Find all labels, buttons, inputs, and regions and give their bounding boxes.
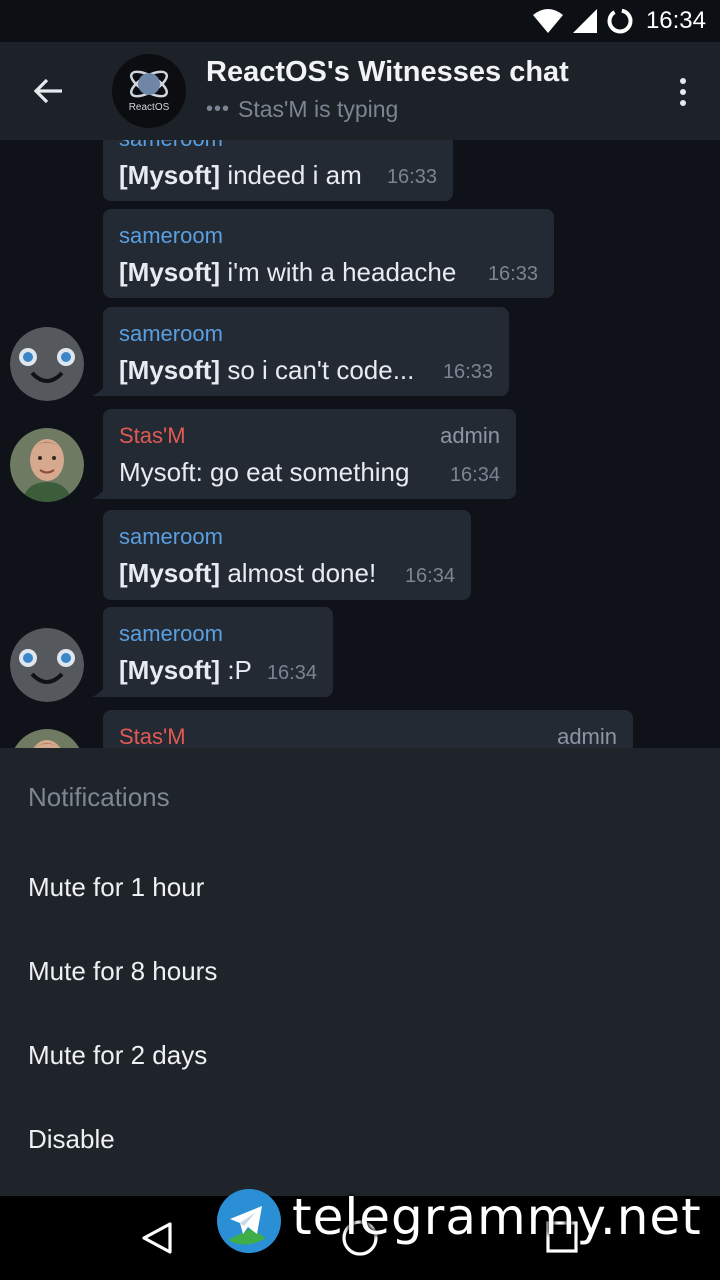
battery-saver-icon <box>607 8 633 34</box>
user-photo-icon <box>14 729 80 748</box>
message-text: Mysoft: go eat something <box>119 457 410 487</box>
message-bubble[interactable]: sameroom [Mysoft] so i can't code... 16:… <box>103 307 509 396</box>
reactos-logo-icon <box>129 70 169 98</box>
message-time: 16:33 <box>487 263 538 285</box>
chat-title[interactable]: ReactOS's Witnesses chat <box>206 56 569 89</box>
typing-indicator-icon: ••• <box>206 98 231 120</box>
sheet-title: Notifications <box>28 782 170 812</box>
typing-status: ••• Stas'M is typing <box>206 96 398 123</box>
group-avatar[interactable]: ReactOS <box>112 54 186 128</box>
message-bubble[interactable]: Stas'M admin <box>103 710 633 748</box>
more-options-button[interactable] <box>668 72 698 112</box>
message-sender: sameroom <box>119 524 223 549</box>
message-bubble[interactable]: sameroom [Mysoft] :P 16:34 <box>103 607 333 697</box>
avatar[interactable] <box>10 327 84 401</box>
option-label: Mute for 2 days <box>28 1040 208 1070</box>
option-label: Mute for 1 hour <box>28 872 205 902</box>
option-label: Mute for 8 hours <box>28 956 218 986</box>
user-photo-icon <box>10 428 84 502</box>
message-time: 16:33 <box>442 361 493 383</box>
message-sender: Stas'M <box>119 724 186 748</box>
back-button[interactable] <box>18 66 78 116</box>
avatar[interactable] <box>10 428 84 502</box>
chat-header: ReactOS ReactOS's Witnesses chat ••• Sta… <box>0 42 720 140</box>
arrow-left-icon <box>33 78 62 104</box>
message-text: [Mysoft] :P <box>119 655 252 685</box>
robot-face-icon <box>10 327 84 401</box>
mute-2-days-option[interactable]: Mute for 2 days <box>0 1016 720 1100</box>
admin-badge: admin <box>557 724 617 748</box>
message-sender: sameroom <box>119 140 223 152</box>
telegram-logo-icon <box>217 1189 281 1253</box>
message-time: 16:34 <box>449 464 500 486</box>
message-text: [Mysoft] i'm with a headache <box>119 257 457 287</box>
mute-1-hour-option[interactable]: Mute for 1 hour <box>0 848 720 932</box>
notifications-sheet: Notifications Mute for 1 hour Mute for 8… <box>0 748 720 1196</box>
admin-badge: admin <box>440 423 500 448</box>
option-label: Disable <box>28 1124 115 1154</box>
status-icons: 16:34 <box>532 6 706 36</box>
watermark-text: telegrammy.net <box>292 1188 702 1246</box>
message-sender: sameroom <box>119 223 223 248</box>
robot-face-icon <box>10 628 84 702</box>
status-time: 16:34 <box>645 7 706 34</box>
message-text: [Mysoft] almost done! <box>119 558 377 588</box>
wifi-icon <box>532 9 563 33</box>
dot-icon <box>680 78 686 84</box>
status-bar: 16:34 <box>0 0 720 42</box>
message-sender: sameroom <box>119 321 223 346</box>
message-time: 16:34 <box>404 565 455 587</box>
dot-icon <box>680 89 686 95</box>
avatar[interactable] <box>10 628 84 702</box>
message-sender: Stas'M <box>119 423 186 448</box>
message-list[interactable]: sameroom [Mysoft] indeed i am 16:33 same… <box>0 140 720 748</box>
mute-8-hours-option[interactable]: Mute for 8 hours <box>0 932 720 1016</box>
avatar[interactable] <box>10 729 84 748</box>
group-avatar-label: ReactOS <box>128 102 170 113</box>
message-bubble[interactable]: sameroom [Mysoft] indeed i am 16:33 <box>103 140 453 201</box>
dot-icon <box>680 100 686 106</box>
message-sender: sameroom <box>119 621 223 646</box>
message-text: [Mysoft] so i can't code... <box>119 355 415 385</box>
message-time: 16:34 <box>266 662 317 684</box>
message-bubble[interactable]: sameroom [Mysoft] almost done! 16:34 <box>103 510 471 600</box>
nav-back-icon[interactable] <box>140 1220 176 1256</box>
disable-option[interactable]: Disable <box>0 1100 720 1184</box>
message-bubble[interactable]: Stas'M admin Mysoft: go eat something 16… <box>103 409 516 499</box>
message-time: 16:33 <box>386 166 437 188</box>
typing-status-text: Stas'M is typing <box>238 96 399 122</box>
signal-icon <box>572 9 597 33</box>
message-text: [Mysoft] indeed i am <box>119 160 362 190</box>
message-bubble[interactable]: sameroom [Mysoft] i'm with a headache 16… <box>103 209 554 298</box>
